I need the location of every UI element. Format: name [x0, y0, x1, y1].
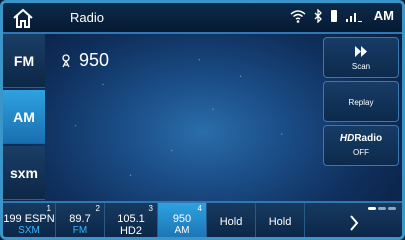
page-title: Radio [70, 10, 104, 25]
hd-radio-logo: HDRadio [324, 126, 398, 144]
clock-ampm: AM [373, 8, 394, 23]
hd-radio-brand: Radio [354, 133, 383, 144]
scan-label: Scan [351, 62, 371, 71]
preset-hold-label: Hold [219, 216, 243, 228]
preset-bar: 1 199 ESPN SXM 2 89.7 FM 3 105.1 HD2 FM … [3, 201, 402, 237]
next-presets-button[interactable] [305, 203, 402, 237]
page-dot [378, 207, 386, 210]
preset-1[interactable]: 1 199 ESPN SXM [3, 203, 56, 237]
preset-band: SXM [18, 225, 40, 236]
band-sxm-button[interactable]: sxm [3, 146, 45, 200]
preset-4[interactable]: 4 950 AM [158, 203, 207, 237]
frequency-readout: 950 [79, 50, 110, 70]
antenna-icon [62, 53, 70, 67]
current-station: 950 [61, 50, 109, 71]
phone-icon [330, 9, 337, 22]
status-area: AM [290, 8, 394, 23]
signal-icon [345, 13, 362, 22]
radio-screen: Radio AM FM AM sxm 950 Scan Replay HDRad… [0, 0, 405, 240]
preset-number: 3 [148, 204, 153, 213]
band-am-button[interactable]: AM [3, 90, 45, 144]
preset-6[interactable]: Hold [256, 203, 305, 237]
replay-label: Replay [348, 98, 374, 107]
preset-number: 2 [95, 204, 100, 213]
top-bar: Radio AM [3, 3, 402, 34]
chevron-right-icon [349, 214, 358, 231]
preset-hold-label: Hold [268, 216, 292, 228]
hd-badge: HD [339, 133, 355, 144]
bluetooth-icon [314, 8, 322, 23]
preset-number: 1 [46, 204, 51, 213]
fast-forward-icon [355, 46, 367, 57]
hd-radio-button[interactable]: HDRadio OFF [323, 125, 399, 166]
page-indicator [368, 207, 396, 210]
scan-button[interactable]: Scan [323, 37, 399, 78]
preset-band: FM [72, 225, 88, 236]
page-dot [388, 207, 396, 210]
preset-number: 4 [197, 204, 202, 213]
home-icon[interactable] [11, 7, 35, 29]
page-dot [368, 207, 376, 210]
hd-radio-state: OFF [353, 148, 369, 157]
wifi-icon [290, 9, 306, 23]
preset-band: AM [174, 225, 190, 236]
preset-2[interactable]: 2 89.7 FM [56, 203, 105, 237]
preset-5[interactable]: Hold [207, 203, 256, 237]
band-fm-button[interactable]: FM [3, 34, 45, 88]
preset-3[interactable]: 3 105.1 HD2 FM [105, 203, 158, 237]
replay-button[interactable]: Replay [323, 81, 399, 122]
band-selector: FM AM sxm [3, 34, 45, 200]
